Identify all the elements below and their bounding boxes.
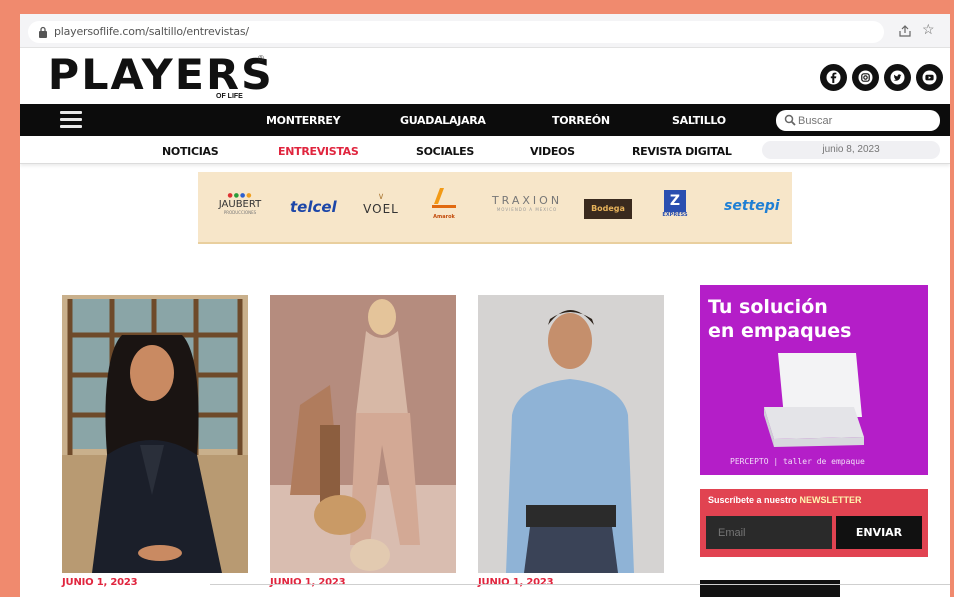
- lock-icon: [39, 26, 47, 38]
- newsletter-box: Suscríbete a nuestro NEWSLETTER ENVIAR: [700, 489, 928, 557]
- newsletter-title: Suscríbete a nuestro NEWSLETTER: [708, 495, 862, 505]
- package-box-image: [764, 353, 864, 447]
- sponsor-bodega[interactable]: Bodega: [584, 199, 632, 219]
- sponsor-voel[interactable]: ∨ VOEL: [358, 192, 404, 216]
- subnav-noticias[interactable]: NOTICIAS: [162, 145, 219, 158]
- amarok-logo-icon: [432, 188, 456, 208]
- subnav-sociales[interactable]: SOCIALES: [416, 145, 474, 158]
- site-logo[interactable]: PLAYERS: [48, 50, 274, 99]
- ad-title: Tu solución en empaques: [708, 296, 852, 342]
- article-image-3: [478, 295, 664, 573]
- current-date: junio 8, 2023: [762, 141, 940, 159]
- search-box[interactable]: [776, 110, 940, 131]
- ad-brand: PERCEPTO | taller de empaque: [730, 457, 865, 466]
- newsletter-email-input[interactable]: [706, 516, 832, 549]
- nav-torreon[interactable]: TORREÓN: [552, 114, 610, 127]
- logo-registered-mark: ®: [258, 54, 264, 63]
- sidebar-ad[interactable]: Tu solución en empaques PERCEPTO | talle…: [700, 285, 928, 475]
- sponsor-express[interactable]: Z EXPRESS: [658, 190, 692, 218]
- youtube-icon[interactable]: [916, 64, 943, 91]
- logo-subtitle: OF LIFE: [216, 93, 243, 100]
- subnav-videos[interactable]: VIDEOS: [530, 145, 575, 158]
- browser-toolbar: playersoflife.com/saltillo/entrevistas/ …: [20, 14, 950, 48]
- sub-nav: NOTICIAS ENTREVISTAS SOCIALES VIDEOS REV…: [20, 136, 950, 164]
- article-image-1: [62, 295, 248, 573]
- article-image-2: [270, 295, 456, 573]
- horizontal-divider: [210, 584, 950, 585]
- sponsor-jaubert[interactable]: ●●●● JAUBERT PRODUCCIONES: [214, 192, 266, 215]
- twitter-icon[interactable]: [884, 64, 911, 91]
- sponsor-amarok[interactable]: Amarok: [426, 186, 462, 220]
- jaubert-dots-icon: ●●●●: [227, 192, 253, 199]
- article-card-2[interactable]: [270, 295, 456, 573]
- url-text: playersoflife.com/saltillo/entrevistas/: [54, 25, 249, 38]
- address-bar[interactable]: playersoflife.com/saltillo/entrevistas/: [28, 21, 884, 43]
- bookmark-star-icon[interactable]: ☆: [922, 21, 935, 38]
- sponsor-telcel[interactable]: telcel: [290, 198, 337, 216]
- nav-guadalajara[interactable]: GUADALAJARA: [400, 114, 486, 127]
- sponsor-settepi[interactable]: settepi: [724, 198, 780, 214]
- subnav-entrevistas[interactable]: ENTREVISTAS: [278, 145, 359, 158]
- facebook-icon[interactable]: [820, 64, 847, 91]
- hamburger-menu-icon[interactable]: [60, 111, 82, 129]
- sidebar-widget-next: [700, 580, 840, 597]
- voel-mark-icon: ∨: [377, 192, 385, 202]
- article-date-1: JUNIO 1, 2023: [62, 577, 138, 588]
- article-date-2: JUNIO 1, 2023: [270, 577, 346, 588]
- main-nav: MONTERREY GUADALAJARA TORREÓN SALTILLO: [20, 104, 950, 136]
- article-card-1[interactable]: [62, 295, 248, 573]
- article-card-3[interactable]: [478, 295, 664, 573]
- browser-window: playersoflife.com/saltillo/entrevistas/ …: [20, 14, 950, 597]
- search-input[interactable]: [798, 112, 928, 129]
- express-logo-icon: Z: [664, 190, 686, 212]
- article-date-3: JUNIO 1, 2023: [478, 577, 554, 588]
- newsletter-submit-button[interactable]: ENVIAR: [836, 516, 922, 549]
- sponsor-traxion[interactable]: TRAXION MOVIENDO A MEXICO: [490, 194, 564, 212]
- share-icon[interactable]: [898, 24, 912, 38]
- subnav-revista-digital[interactable]: REVISTA DIGITAL: [632, 145, 732, 158]
- search-icon: [784, 114, 796, 126]
- nav-saltillo[interactable]: SALTILLO: [672, 114, 726, 127]
- sponsors-banner[interactable]: ●●●● JAUBERT PRODUCCIONES telcel ∨ VOEL …: [198, 172, 792, 244]
- nav-monterrey[interactable]: MONTERREY: [266, 114, 341, 127]
- instagram-icon[interactable]: [852, 64, 879, 91]
